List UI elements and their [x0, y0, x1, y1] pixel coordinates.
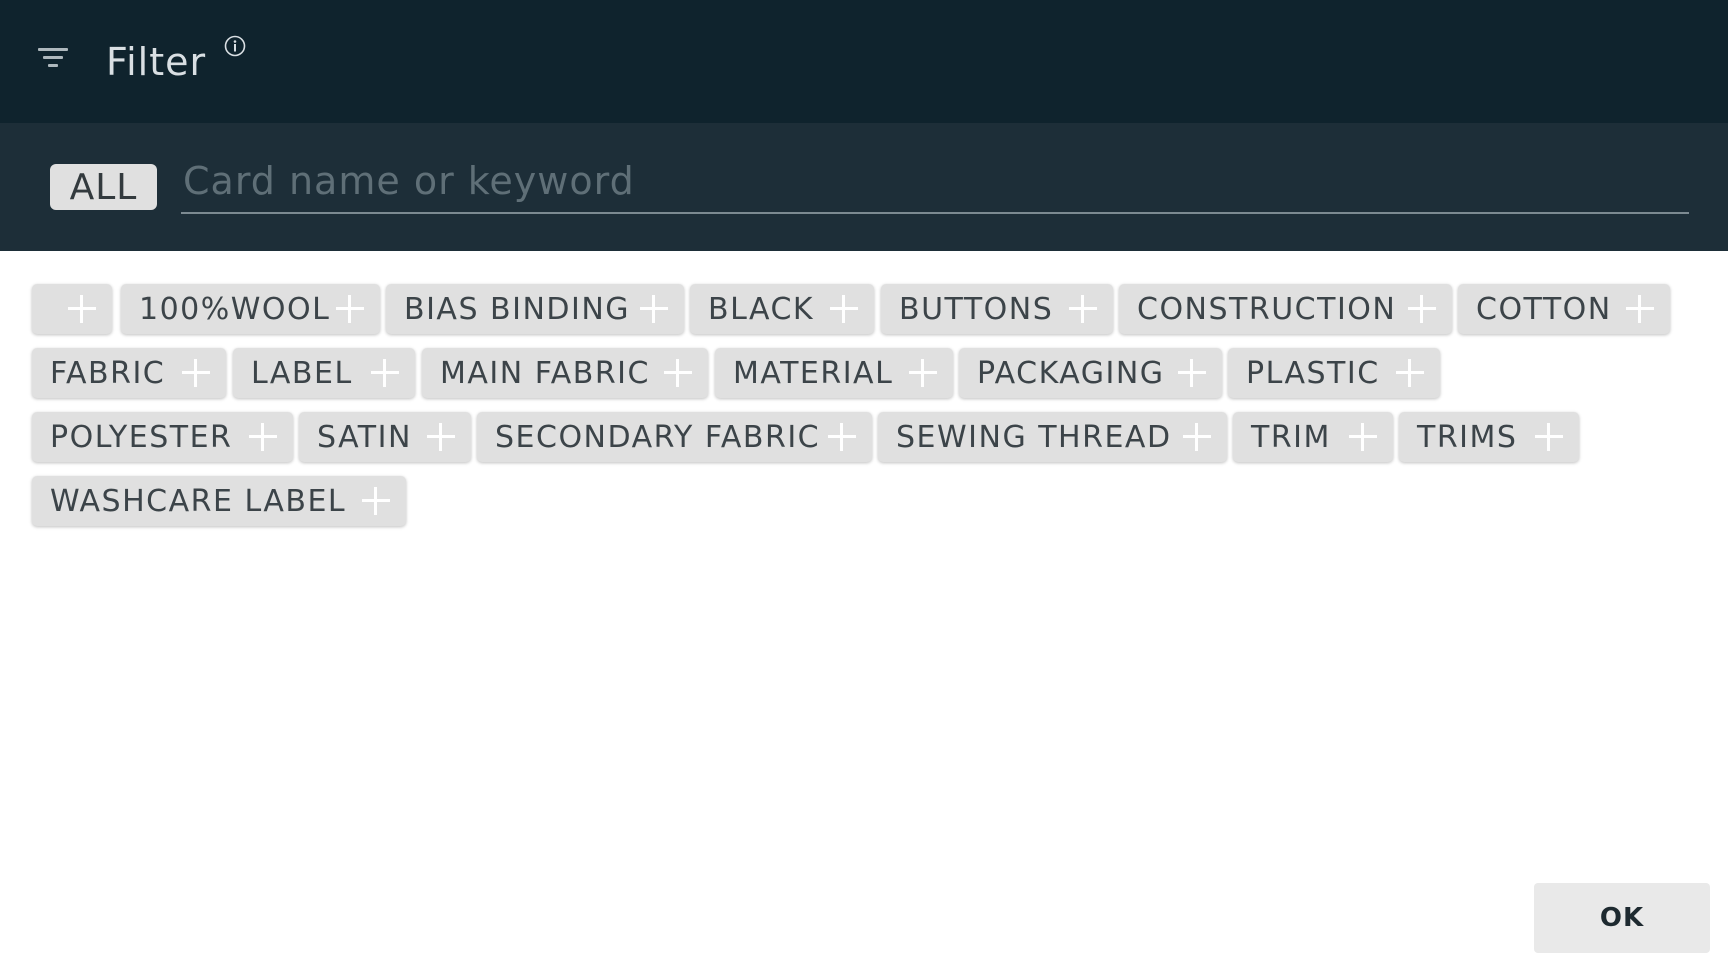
add-icon[interactable]: [664, 359, 692, 387]
tag-chip[interactable]: TRIM: [1233, 412, 1393, 462]
tag-chip-label: SATIN: [317, 419, 412, 455]
tag-chip-label: WASHCARE LABEL: [50, 483, 347, 519]
tag-chip[interactable]: SATIN: [299, 412, 471, 462]
tag-chip-label: POLYESTER: [50, 419, 233, 455]
tag-chip[interactable]: [32, 284, 112, 334]
tag-chip-label: BIAS BINDING: [404, 291, 631, 327]
tag-chip-label: BUTTONS: [899, 291, 1054, 327]
search-input[interactable]: [181, 150, 1689, 214]
add-icon[interactable]: [828, 423, 856, 451]
add-icon[interactable]: [371, 359, 399, 387]
tag-chip[interactable]: POLYESTER: [32, 412, 293, 462]
tag-chip-label: PLASTIC: [1246, 355, 1380, 391]
add-icon[interactable]: [427, 423, 455, 451]
tag-chip-label: LABEL: [251, 355, 353, 391]
add-icon[interactable]: [362, 487, 390, 515]
add-icon[interactable]: [336, 295, 364, 323]
add-icon[interactable]: [909, 359, 937, 387]
tag-chip[interactable]: CONSTRUCTION: [1119, 284, 1452, 334]
filter-list-icon: [38, 48, 68, 70]
dialog-header: Filter: [0, 0, 1728, 123]
add-icon[interactable]: [182, 359, 210, 387]
add-icon[interactable]: [68, 295, 96, 323]
tag-chip[interactable]: MATERIAL: [715, 348, 953, 398]
tag-chip[interactable]: PACKAGING: [959, 348, 1222, 398]
tag-chip[interactable]: SECONDARY FABRIC: [477, 412, 872, 462]
add-icon[interactable]: [249, 423, 277, 451]
tag-chip-label: FABRIC: [50, 355, 166, 391]
add-icon[interactable]: [640, 295, 668, 323]
add-icon[interactable]: [1069, 295, 1097, 323]
add-icon[interactable]: [1535, 423, 1563, 451]
add-icon[interactable]: [1183, 423, 1211, 451]
tag-chip[interactable]: COTTON: [1458, 284, 1670, 334]
tag-chip-label: MATERIAL: [733, 355, 894, 391]
tag-chip-label: 100%WOOL: [139, 291, 331, 327]
scope-all-button[interactable]: ALL: [50, 164, 157, 210]
tag-chip-label: SECONDARY FABRIC: [495, 419, 821, 455]
tag-chip[interactable]: BIAS BINDING: [386, 284, 684, 334]
add-icon[interactable]: [1396, 359, 1424, 387]
tag-chip[interactable]: WASHCARE LABEL: [32, 476, 406, 526]
add-icon[interactable]: [1178, 359, 1206, 387]
tag-chip[interactable]: FABRIC: [32, 348, 226, 398]
add-icon[interactable]: [1408, 295, 1436, 323]
tag-chip-label: BLACK: [708, 291, 815, 327]
tag-chip-label: PACKAGING: [977, 355, 1165, 391]
tag-chip-label: TRIM: [1251, 419, 1331, 455]
info-icon[interactable]: [224, 35, 246, 57]
ok-button[interactable]: OK: [1534, 883, 1710, 953]
tag-chip[interactable]: BUTTONS: [881, 284, 1113, 334]
tag-chip[interactable]: BLACK: [690, 284, 874, 334]
tag-chip-label: SEWING THREAD: [896, 419, 1172, 455]
tag-chip[interactable]: MAIN FABRIC: [422, 348, 708, 398]
tag-chip[interactable]: PLASTIC: [1228, 348, 1440, 398]
tag-chip-label: CONSTRUCTION: [1137, 291, 1397, 327]
tag-chip[interactable]: SEWING THREAD: [878, 412, 1227, 462]
tag-chip[interactable]: TRIMS: [1399, 412, 1579, 462]
add-icon[interactable]: [830, 295, 858, 323]
tag-chip-label: COTTON: [1476, 291, 1612, 327]
tag-chip-label: MAIN FABRIC: [440, 355, 650, 391]
tag-chip[interactable]: LABEL: [233, 348, 415, 398]
add-icon[interactable]: [1626, 295, 1654, 323]
tag-chip[interactable]: 100%WOOL: [121, 284, 380, 334]
filter-dialog: Filter ALL 100%WOOL BIAS BINDING BLACK B…: [0, 0, 1728, 970]
tag-chip-label: TRIMS: [1417, 419, 1518, 455]
add-icon[interactable]: [1349, 423, 1377, 451]
dialog-title: Filter: [106, 40, 207, 84]
